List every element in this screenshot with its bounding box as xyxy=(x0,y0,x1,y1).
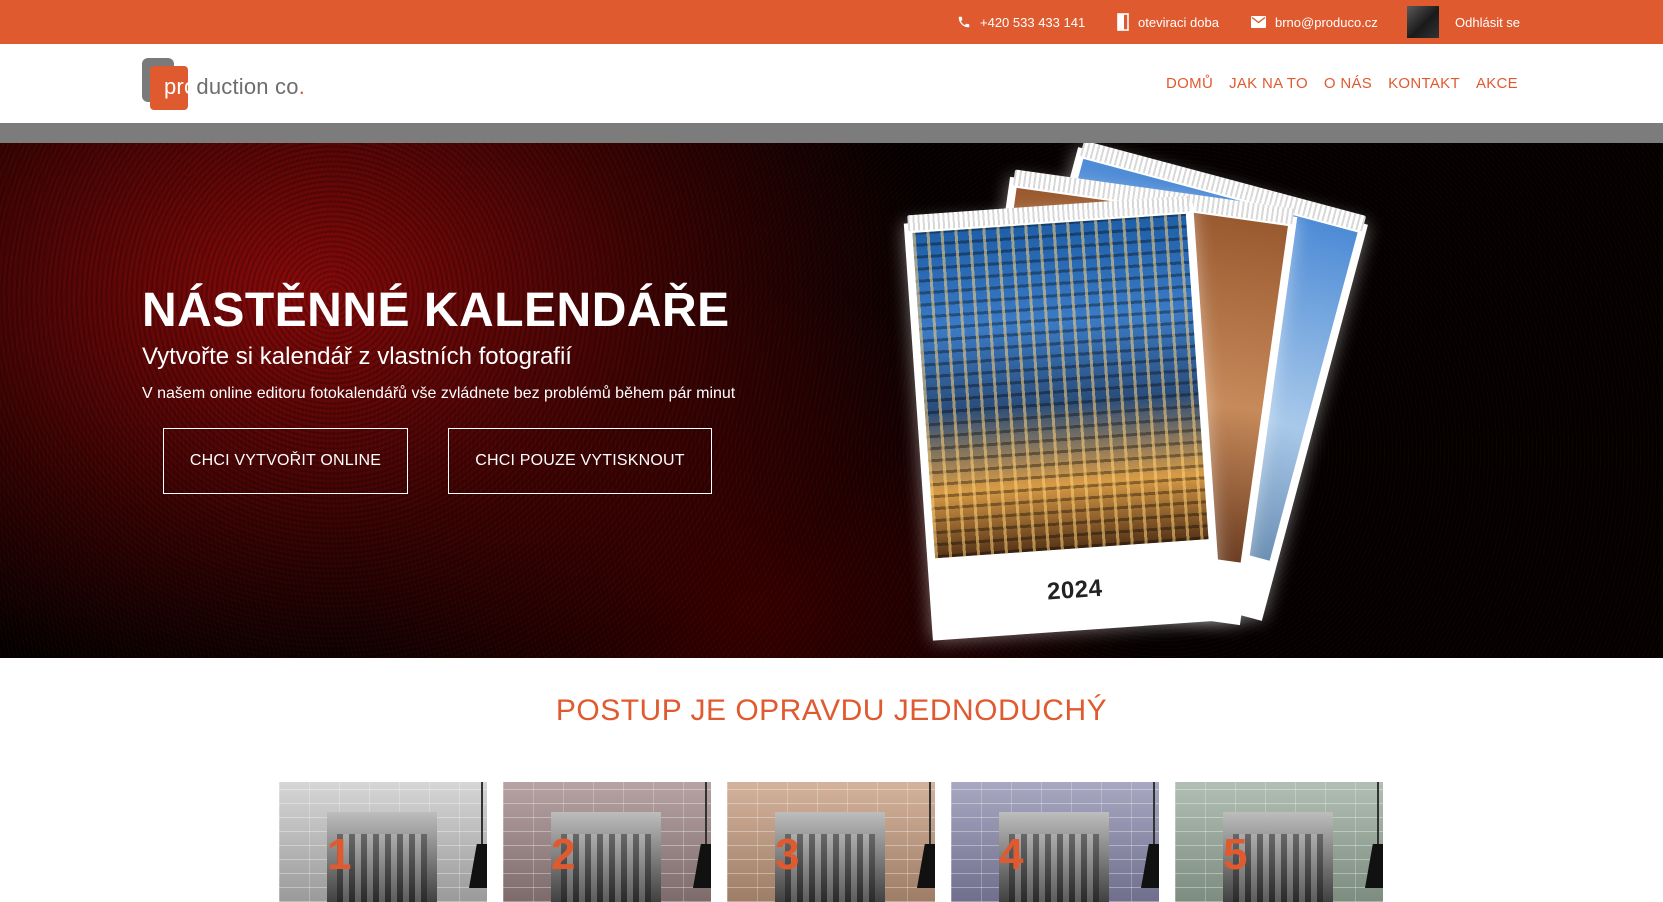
logout-link[interactable]: Odhlásit se xyxy=(1407,0,1520,44)
step-card[interactable]: 2 xyxy=(503,782,711,902)
email-link[interactable]: brno@produco.cz xyxy=(1251,0,1378,44)
step-number: 1 xyxy=(327,830,352,879)
email-text: brno@produco.cz xyxy=(1275,14,1378,30)
step-number: 2 xyxy=(551,830,576,879)
nav-sale[interactable]: AKCE xyxy=(1476,75,1518,92)
door-icon xyxy=(1117,13,1129,31)
logo-text: production co. xyxy=(164,74,306,99)
calendar-year: 2024 xyxy=(1046,574,1104,606)
step-number: 4 xyxy=(999,830,1024,879)
step-card[interactable]: 3 xyxy=(727,782,935,902)
phone-link[interactable]: +420 533 433 141 xyxy=(957,0,1085,44)
hero-subtitle: Vytvořte si kalendář z vlastních fotogra… xyxy=(142,343,572,370)
calendar-image-front: 2024 xyxy=(903,195,1223,641)
phone-text: +420 533 433 141 xyxy=(980,14,1086,30)
mail-icon xyxy=(1251,16,1266,28)
hero-description: V našem online editoru fotokalendářů vše… xyxy=(142,385,736,402)
steps-cards: 1 2 3 4 5 xyxy=(279,782,1384,902)
opening-hours-link[interactable]: oteviraci doba xyxy=(1117,0,1219,44)
top-bar: +420 533 433 141 oteviraci doba brno@pro… xyxy=(0,0,1663,44)
step-number: 3 xyxy=(775,830,800,879)
hero-title: NÁSTĚNNÉ KALENDÁŘE xyxy=(142,284,730,337)
logout-text: Odhlásit se xyxy=(1455,14,1521,30)
print-only-button[interactable]: CHCI POUZE VYTISKNOUT xyxy=(448,428,712,494)
logo[interactable]: production co. xyxy=(142,56,322,114)
divider-bar xyxy=(0,123,1663,143)
calendar-city-photo xyxy=(912,213,1209,559)
step-card[interactable]: 1 xyxy=(279,782,487,902)
nav-how-to[interactable]: JAK NA TO xyxy=(1229,75,1308,92)
step-card[interactable]: 4 xyxy=(951,782,1159,902)
create-online-button[interactable]: CHCI VYTVOŘIT ONLINE xyxy=(163,428,408,494)
opening-hours-text: oteviraci doba xyxy=(1138,14,1219,30)
steps-title: POSTUP JE OPRAVDU JEDNODUCHÝ xyxy=(555,694,1108,727)
avatar xyxy=(1407,6,1439,38)
hero-banner: NÁSTĚNNÉ KALENDÁŘE Vytvořte si kalendář … xyxy=(0,143,1663,658)
header: production co. DOMŮ JAK NA TO O NÁS KONT… xyxy=(0,44,1663,123)
step-number: 5 xyxy=(1223,830,1248,879)
main-nav: DOMŮ JAK NA TO O NÁS KONTAKT AKCE xyxy=(1166,44,1518,123)
step-card[interactable]: 5 xyxy=(1175,782,1383,902)
phone-icon xyxy=(958,16,970,28)
nav-home[interactable]: DOMŮ xyxy=(1166,75,1213,92)
nav-about[interactable]: O NÁS xyxy=(1324,75,1372,92)
nav-contact[interactable]: KONTAKT xyxy=(1388,75,1460,92)
